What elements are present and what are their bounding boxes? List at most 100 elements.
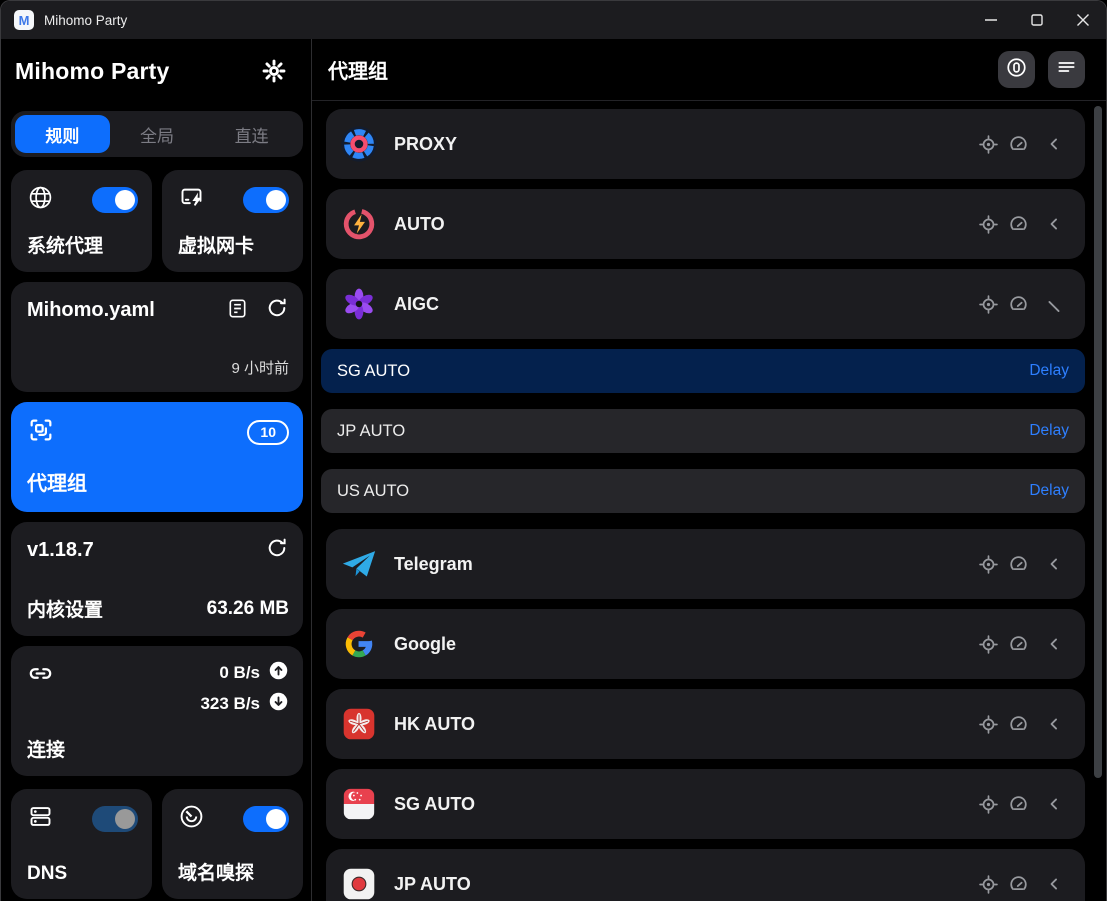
proxy-group-name: Google bbox=[394, 634, 973, 655]
main-panel: 代理组 PROXYAUTOAIGCSG AUTODelayJP AUT bbox=[312, 39, 1106, 901]
chevron-left-icon[interactable] bbox=[1041, 714, 1067, 734]
locate-current-node-icon[interactable] bbox=[973, 293, 1003, 316]
proxy-group-row[interactable]: SG AUTO bbox=[326, 769, 1085, 839]
chevron-left-icon[interactable] bbox=[1041, 554, 1067, 574]
system-proxy-card[interactable]: 系统代理 bbox=[11, 170, 152, 272]
profile-name: Mihomo.yaml bbox=[27, 299, 155, 322]
zero-circle-icon bbox=[1005, 56, 1028, 84]
delay-label[interactable]: Delay bbox=[1029, 482, 1069, 500]
virtual-nic-icon bbox=[178, 184, 205, 216]
sidebar: Mihomo Party 规则全局直连 bbox=[1, 39, 312, 901]
locate-current-node-icon[interactable] bbox=[973, 553, 1003, 576]
speed-test-icon[interactable] bbox=[1003, 553, 1033, 576]
proxy-groups-count-badge: 10 bbox=[247, 420, 289, 445]
link-icon bbox=[27, 660, 54, 717]
sniff-toggle[interactable] bbox=[243, 806, 289, 832]
scrollbar-thumb[interactable] bbox=[1094, 106, 1102, 778]
app-logo-icon: M bbox=[14, 10, 34, 30]
speed-test-icon[interactable] bbox=[1003, 133, 1033, 156]
mode-tab-inactive[interactable]: 直连 bbox=[204, 115, 299, 153]
proxy-group-name: AIGC bbox=[394, 294, 973, 315]
collapse-all-button[interactable] bbox=[998, 51, 1035, 88]
maximize-button[interactable] bbox=[1014, 1, 1060, 39]
system-proxy-label: 系统代理 bbox=[27, 231, 138, 258]
close-button[interactable] bbox=[1060, 1, 1106, 39]
speed-test-icon[interactable] bbox=[1003, 873, 1033, 896]
proxy-group-list: PROXYAUTOAIGCSG AUTODelayJP AUTODelayUS … bbox=[312, 101, 1106, 901]
proxy-group-row[interactable]: Google bbox=[326, 609, 1085, 679]
tun-label: 虚拟网卡 bbox=[178, 231, 289, 258]
chevron-down-icon[interactable] bbox=[1041, 294, 1067, 314]
sniff-icon bbox=[178, 803, 205, 835]
page-title: 代理组 bbox=[328, 55, 985, 84]
locate-current-node-icon[interactable] bbox=[973, 213, 1003, 236]
proxy-group-name: AUTO bbox=[394, 214, 973, 235]
proxy-group-row[interactable]: PROXY bbox=[326, 109, 1085, 179]
proxy-groups-nav-card[interactable]: 10 代理组 bbox=[11, 402, 303, 512]
proxy-node-name: US AUTO bbox=[337, 482, 1029, 501]
upload-arrow-icon bbox=[268, 660, 289, 686]
profile-updated-time: 9 小时前 bbox=[27, 357, 289, 378]
profile-edit-icon[interactable] bbox=[226, 297, 249, 325]
core-memory-value: 63.26 MB bbox=[207, 598, 289, 620]
window-title: Mihomo Party bbox=[44, 13, 968, 28]
settings-gear-icon[interactable] bbox=[257, 54, 291, 88]
flag-hk-icon bbox=[340, 705, 378, 743]
connections-card[interactable]: 0 B/s 323 B/s bbox=[11, 646, 303, 776]
connections-label: 连接 bbox=[27, 735, 289, 762]
speed-test-icon[interactable] bbox=[1003, 293, 1033, 316]
core-settings-label: 内核设置 bbox=[27, 595, 103, 622]
core-card[interactable]: v1.18.7 内核设置 63.26 MB bbox=[11, 522, 303, 636]
proxy-group-name: HK AUTO bbox=[394, 714, 973, 735]
chevron-left-icon[interactable] bbox=[1041, 214, 1067, 234]
delay-label[interactable]: Delay bbox=[1029, 362, 1069, 380]
app-window: M Mihomo Party Mihomo Party bbox=[0, 0, 1107, 901]
tun-toggle[interactable] bbox=[243, 187, 289, 213]
proxy-node-name: SG AUTO bbox=[337, 362, 1029, 381]
flag-jp-icon bbox=[340, 865, 378, 901]
proxy-node-row[interactable]: JP AUTODelay bbox=[321, 409, 1085, 453]
dns-toggle[interactable] bbox=[92, 806, 138, 832]
chevron-left-icon[interactable] bbox=[1041, 134, 1067, 154]
proxy-group-name: SG AUTO bbox=[394, 794, 973, 815]
tun-card[interactable]: 虚拟网卡 bbox=[162, 170, 303, 272]
profile-card[interactable]: Mihomo.yaml 9 小时前 bbox=[11, 282, 303, 392]
proxy-node-name: JP AUTO bbox=[337, 422, 1029, 441]
chevron-left-icon[interactable] bbox=[1041, 874, 1067, 894]
dns-label: DNS bbox=[27, 863, 138, 885]
locate-current-node-icon[interactable] bbox=[973, 793, 1003, 816]
sort-button[interactable] bbox=[1048, 51, 1085, 88]
proxy-group-row[interactable]: Telegram bbox=[326, 529, 1085, 599]
locate-current-node-icon[interactable] bbox=[973, 873, 1003, 896]
chevron-left-icon[interactable] bbox=[1041, 634, 1067, 654]
download-arrow-icon bbox=[268, 691, 289, 717]
proxy-group-row[interactable]: HK AUTO bbox=[326, 689, 1085, 759]
mode-tab-inactive[interactable]: 全局 bbox=[110, 115, 205, 153]
flag-sg-icon bbox=[340, 785, 378, 823]
system-proxy-toggle[interactable] bbox=[92, 187, 138, 213]
outbound-mode-tabs: 规则全局直连 bbox=[11, 111, 303, 157]
chevron-left-icon[interactable] bbox=[1041, 794, 1067, 814]
telegram-icon bbox=[340, 545, 378, 583]
core-refresh-icon[interactable] bbox=[265, 536, 289, 565]
delay-label[interactable]: Delay bbox=[1029, 422, 1069, 440]
speed-test-icon[interactable] bbox=[1003, 713, 1033, 736]
profile-refresh-icon[interactable] bbox=[265, 296, 289, 325]
speed-test-icon[interactable] bbox=[1003, 793, 1033, 816]
mode-tab-active[interactable]: 规则 bbox=[15, 115, 110, 153]
proxy-group-row[interactable]: AUTO bbox=[326, 189, 1085, 259]
upload-speed: 0 B/s bbox=[219, 663, 260, 683]
proxy-group-row[interactable]: JP AUTO bbox=[326, 849, 1085, 901]
proxy-node-row[interactable]: US AUTODelay bbox=[321, 469, 1085, 513]
speed-test-icon[interactable] bbox=[1003, 213, 1033, 236]
locate-current-node-icon[interactable] bbox=[973, 633, 1003, 656]
speed-test-icon[interactable] bbox=[1003, 633, 1033, 656]
dns-card[interactable]: DNS bbox=[11, 789, 152, 899]
minimize-button[interactable] bbox=[968, 1, 1014, 39]
locate-current-node-icon[interactable] bbox=[973, 133, 1003, 156]
proxy-node-row[interactable]: SG AUTODelay bbox=[321, 349, 1085, 393]
locate-current-node-icon[interactable] bbox=[973, 713, 1003, 736]
proxy-group-row[interactable]: AIGC bbox=[326, 269, 1085, 339]
core-version: v1.18.7 bbox=[27, 539, 94, 562]
sniff-card[interactable]: 域名嗅探 bbox=[162, 789, 303, 899]
